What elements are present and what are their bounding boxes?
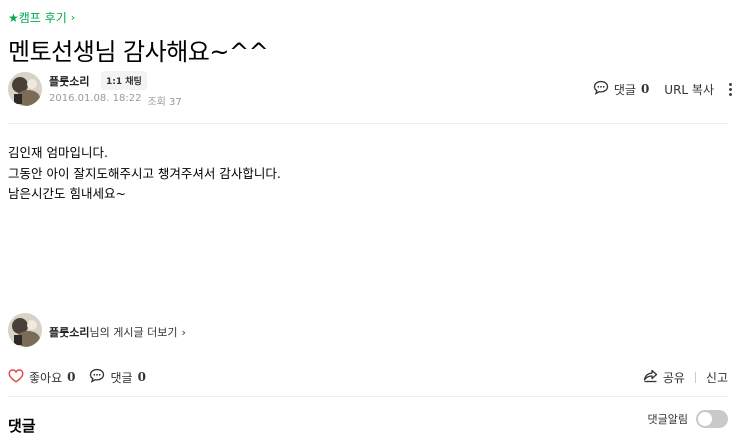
chevron-right-icon: › <box>181 325 186 339</box>
post-date: 2016.01.08. 18:22 <box>49 93 142 104</box>
comment-count-button[interactable]: 댓글 0 <box>593 80 649 98</box>
report-button[interactable]: 신고 <box>706 369 728 386</box>
heart-icon <box>8 368 24 386</box>
like-button[interactable]: 좋아요 0 <box>8 368 76 386</box>
comment-icon <box>593 80 609 98</box>
view-count: 조회 37 <box>147 97 182 108</box>
comment-label: 댓글 <box>613 82 636 97</box>
avatar[interactable] <box>8 72 42 106</box>
divider <box>8 396 728 397</box>
comment-alarm: 댓글알림 <box>648 410 728 428</box>
toggle-knob <box>698 412 712 426</box>
page-title: 멘토선생님 감사해요~^^ <box>8 38 269 66</box>
chat-button[interactable]: 1:1 채팅 <box>101 71 147 90</box>
comment-count: 0 <box>640 82 650 96</box>
comments-heading: 댓글 <box>8 417 36 435</box>
chevron-right-icon: › <box>70 11 76 24</box>
board-label: ★캠프 후기 <box>8 11 67 25</box>
body-line: 김인재 엄마입니다. <box>8 145 108 160</box>
profile-avatar[interactable] <box>8 313 42 347</box>
alarm-label: 댓글알림 <box>647 413 688 426</box>
share-button[interactable]: 공유 <box>643 369 685 386</box>
comment-icon <box>89 368 105 386</box>
profile-author-name: 플룻소리 <box>49 326 90 339</box>
url-copy-button[interactable]: URL 복사 <box>664 81 714 98</box>
post-top-actions: 댓글 0 URL 복사 <box>593 80 734 98</box>
board-breadcrumb[interactable]: ★캠프 후기 › <box>8 9 75 26</box>
post-bottom-bar: 좋아요 0 댓글 0 공유 신고 <box>8 368 728 386</box>
comment-alarm-toggle[interactable] <box>696 410 728 428</box>
author-name[interactable]: 플룻소리 <box>49 73 89 89</box>
divider <box>8 123 728 124</box>
body-line: 그동안 아이 잘지도해주시고 챙겨주셔서 감사합니다. <box>8 165 281 181</box>
more-options-icon[interactable] <box>727 81 734 98</box>
comment-count: 0 <box>137 370 146 384</box>
share-icon <box>643 369 658 386</box>
like-count: 0 <box>67 370 76 384</box>
comment-button[interactable]: 댓글 0 <box>89 368 146 386</box>
author-posts-link[interactable]: 플룻소리 님의 게시글 더보기 › <box>49 324 186 340</box>
comment-label: 댓글 <box>110 370 133 385</box>
profile-link-suffix: 님의 게시글 더보기 <box>89 326 178 339</box>
divider <box>694 371 696 383</box>
body-line: 남은시간도 힘내세요~ <box>8 186 126 201</box>
share-label: 공유 <box>662 370 685 385</box>
post-meta: 2016.01.08. 18:22 조회 37 <box>49 93 182 108</box>
like-label: 좋아요 <box>29 370 63 385</box>
post-body: 김인재 엄마입니다. 그동안 아이 잘지도해주시고 챙겨주셔서 감사합니다. 남… <box>8 143 281 205</box>
